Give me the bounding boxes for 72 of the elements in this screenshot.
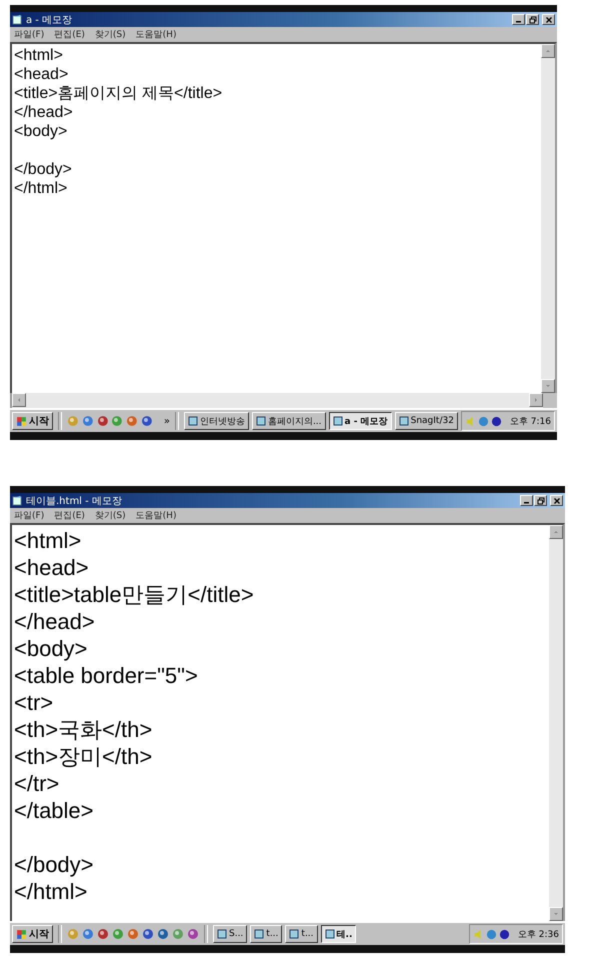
tray-icon[interactable] (490, 416, 502, 426)
quick-launch-icon[interactable] (172, 928, 184, 940)
taskbar-button[interactable]: 홈페이지의... (252, 412, 326, 430)
restore-icon (536, 496, 544, 504)
minimize-button[interactable] (520, 495, 533, 506)
start-button[interactable]: 시작 (12, 925, 53, 943)
windows-flag-icon (16, 416, 27, 426)
taskbar-button[interactable]: a - 메모장 (328, 412, 392, 430)
quick-launch-icon[interactable] (82, 928, 94, 940)
quick-launch-icon[interactable] (142, 928, 154, 940)
quick-launch-icon[interactable] (187, 928, 199, 940)
taskbar-button[interactable]: t... (250, 925, 282, 943)
quick-launch-icon[interactable] (96, 415, 108, 427)
quick-launch-icon[interactable] (111, 415, 124, 427)
horizontal-scrollbar[interactable] (10, 393, 543, 408)
menu-item[interactable]: 도움말(H) (136, 509, 176, 522)
close-icon (552, 496, 560, 504)
window-icon (217, 929, 227, 939)
vertical-scrollbar[interactable] (541, 44, 555, 393)
menu-item[interactable]: 찾기(S) (94, 28, 126, 41)
restore-icon (528, 16, 536, 24)
notepad-icon (12, 14, 23, 25)
taskbar-button[interactable]: 인터넷방송 (184, 412, 249, 430)
quick-launch-icon[interactable] (127, 928, 139, 940)
notepad-icon (12, 495, 23, 506)
windows-flag-icon (16, 928, 27, 940)
window-icon (188, 416, 198, 426)
right-arrow-icon[interactable] (532, 396, 540, 404)
menu-item[interactable]: 찾기(S) (94, 509, 126, 522)
minimize-icon (524, 502, 529, 504)
window-title: 테이블.html - 메모장 (26, 494, 122, 508)
window-icon (256, 416, 266, 426)
menu-item[interactable]: 도움말(H) (136, 28, 176, 41)
clock: 오후 2:36 (518, 928, 559, 940)
window-icon (254, 929, 264, 939)
restore-button[interactable] (534, 495, 547, 506)
quick-launch-icon[interactable] (67, 928, 79, 940)
quick-launch-icon[interactable] (66, 415, 79, 427)
quick-launch-icon[interactable] (112, 928, 124, 940)
taskbar-button[interactable]: 테.. (320, 925, 356, 943)
minimize-icon (516, 21, 521, 23)
window-icon (398, 416, 409, 426)
window-title: a - 메모장 (26, 14, 72, 26)
vertical-scrollbar[interactable] (549, 525, 563, 921)
quick-launch-icon[interactable] (82, 415, 94, 427)
menu-item[interactable]: 편집(E) (54, 509, 85, 522)
close-button[interactable] (550, 495, 563, 506)
close-button[interactable] (542, 14, 555, 25)
start-button[interactable]: 시작 (12, 412, 53, 430)
window-icon (289, 929, 300, 939)
up-arrow-icon[interactable] (544, 47, 552, 55)
close-icon (544, 16, 552, 24)
taskbar-button[interactable]: t... (285, 925, 318, 943)
more-chevron[interactable]: » (164, 416, 170, 426)
quick-launch-icon[interactable] (141, 415, 153, 427)
up-arrow-icon[interactable] (552, 528, 560, 536)
menu-item[interactable]: 편집(E) (54, 28, 85, 41)
restore-button[interactable] (526, 14, 539, 25)
window-icon (324, 929, 335, 939)
down-arrow-icon[interactable] (544, 382, 552, 390)
quick-launch-icon[interactable] (97, 928, 109, 940)
taskbar-button[interactable]: SnagIt/32 (394, 412, 458, 430)
clock: 오후 7:16 (510, 416, 551, 428)
tray-icon[interactable] (498, 928, 510, 940)
minimize-button[interactable] (512, 14, 525, 25)
menu-item[interactable]: 파일(F) (14, 509, 44, 522)
window-icon (332, 416, 343, 426)
menu-item[interactable]: 파일(F) (14, 28, 44, 41)
quick-launch-icon[interactable] (157, 928, 169, 940)
quick-launch-icon[interactable] (126, 415, 138, 427)
down-arrow-icon[interactable] (552, 910, 560, 918)
taskbar-button[interactable]: S... (213, 925, 248, 943)
